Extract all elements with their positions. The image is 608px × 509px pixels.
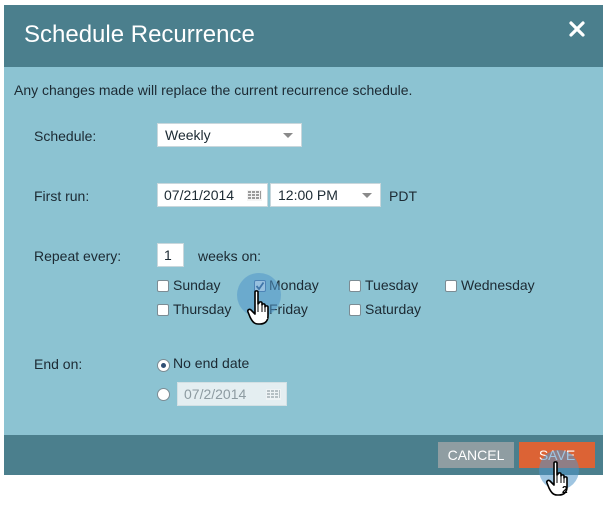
tuesday-checkbox[interactable] [349, 280, 361, 292]
saturday-label: Saturday [365, 301, 422, 317]
repeat-every-label: Repeat every: [34, 248, 122, 264]
timezone-label: PDT [389, 188, 417, 204]
schedule-label: Schedule: [34, 128, 97, 144]
schedule-select[interactable]: Weekly [157, 123, 302, 147]
dialog-titlebar: Schedule Recurrence [4, 5, 603, 67]
chevron-down-icon [283, 133, 293, 138]
end-on-label: End on: [34, 356, 83, 372]
repeat-count-input[interactable]: 1 [157, 243, 184, 267]
end-date-value: 07/2/2014 [184, 386, 247, 402]
thursday-label: Thursday [173, 301, 232, 317]
no-end-date-radio[interactable] [157, 359, 170, 372]
calendar-icon[interactable] [247, 190, 262, 201]
thursday-checkbox[interactable] [157, 304, 169, 316]
step-number-1: 1 [262, 311, 268, 322]
first-run-date-input[interactable]: 07/21/2014 [157, 183, 268, 207]
first-run-time-select[interactable]: 12:00 PM [270, 183, 381, 207]
tuesday-label: Tuesday [365, 277, 419, 293]
first-run-time-value: 12:00 PM [278, 187, 338, 203]
cancel-button[interactable]: CANCEL [438, 442, 514, 468]
schedule-recurrence-dialog: Schedule Recurrence Any changes made wil… [4, 5, 603, 475]
close-icon[interactable] [567, 19, 587, 39]
dialog-footer: CANCEL SAVE [4, 435, 603, 475]
end-date-input[interactable]: 07/2/2014 [177, 382, 287, 406]
pointer-hand-icon [546, 461, 568, 496]
sunday-checkbox[interactable] [157, 280, 169, 292]
chevron-down-icon [362, 193, 372, 198]
end-date-radio[interactable] [157, 388, 170, 401]
calendar-icon[interactable] [266, 389, 281, 400]
wednesday-label: Wednesday [461, 277, 535, 293]
step-number-2: 2 [562, 485, 568, 496]
first-run-date-value: 07/21/2014 [164, 187, 235, 203]
wednesday-checkbox[interactable] [445, 280, 457, 292]
dialog-title: Schedule Recurrence [24, 21, 255, 48]
first-run-label: First run: [34, 188, 90, 204]
sunday-label: Sunday [173, 277, 221, 293]
no-end-date-label: No end date [173, 355, 250, 371]
saturday-checkbox[interactable] [349, 304, 361, 316]
replace-schedule-notice: Any changes made will replace the curren… [14, 82, 413, 98]
weeks-on-label: weeks on: [198, 248, 262, 264]
schedule-select-value: Weekly [165, 127, 211, 143]
